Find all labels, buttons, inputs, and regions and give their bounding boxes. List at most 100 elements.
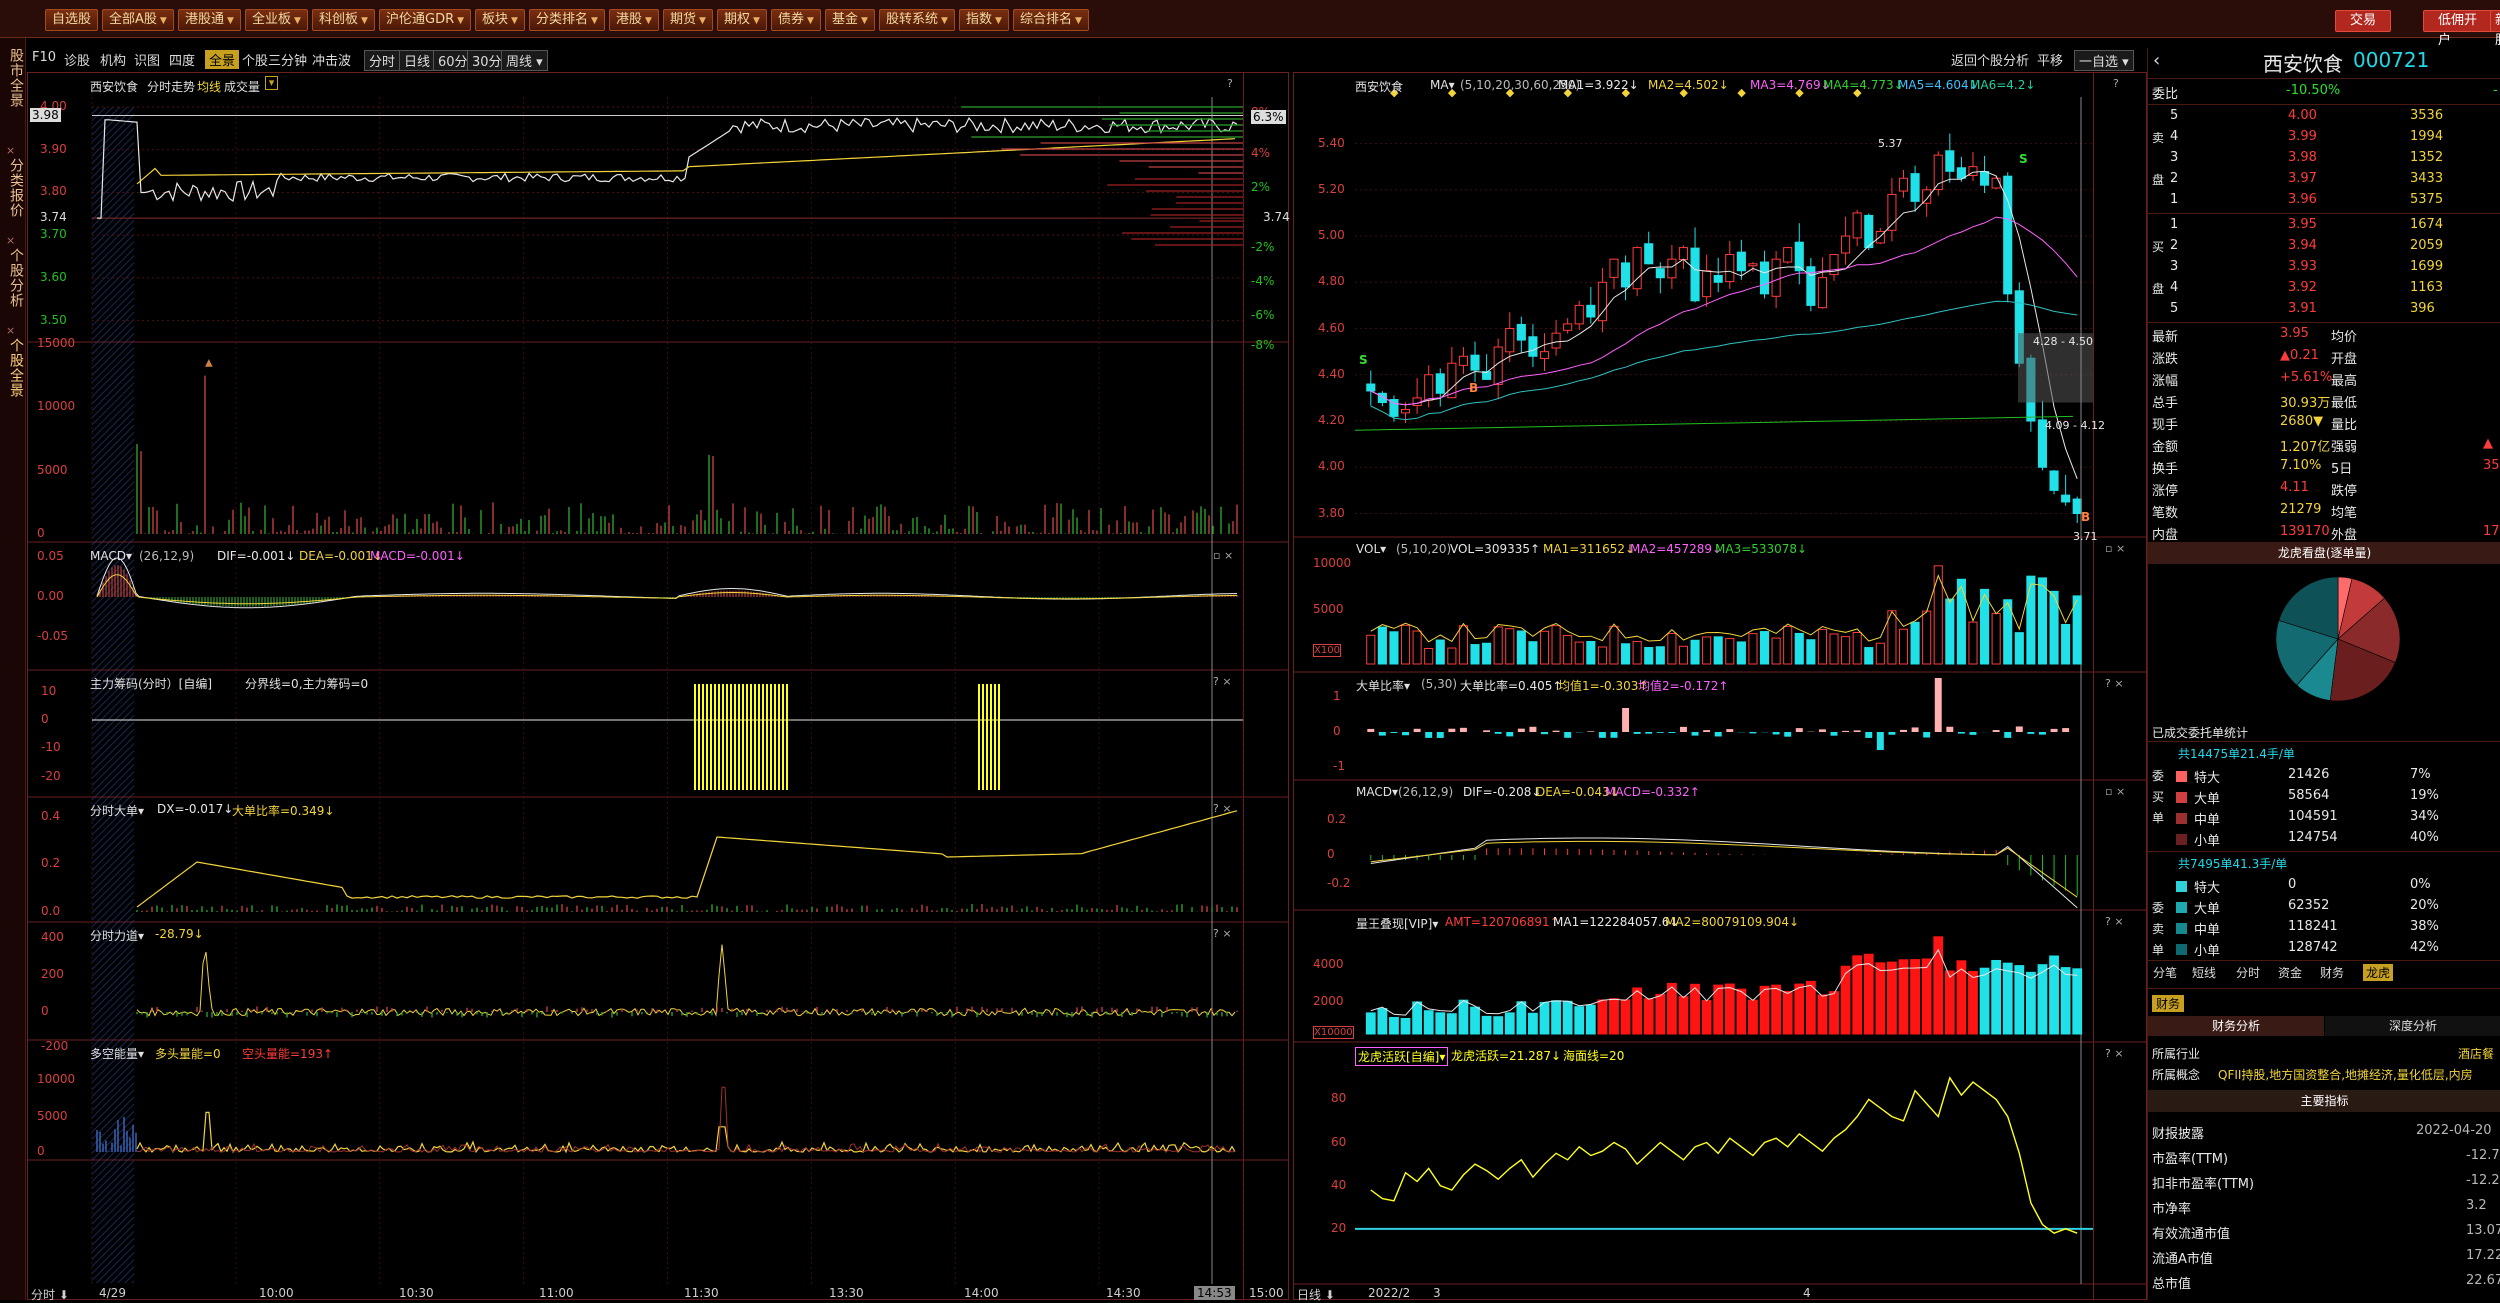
top-button-13[interactable]: 股转系统▼ (879, 9, 955, 31)
daily-price-tick: 4.20 (1318, 413, 1345, 427)
lh-label[interactable]: 龙虎活跃[自编]▾ (1355, 1047, 1448, 1066)
subbar-right-0[interactable]: 返回个股分析 (1951, 50, 2029, 69)
subbar-item-6[interactable]: 个股三分钟 (242, 50, 307, 69)
vol-tick: 5000 (1313, 602, 1344, 616)
sell-total: 共7495单41.3手/单 (2178, 855, 2287, 872)
caret-down-icon: ▼ (160, 16, 167, 26)
window-icon[interactable]: ▫ × (2105, 785, 2125, 798)
top-button-8[interactable]: 港股▼ (609, 9, 659, 31)
top-right-button-1[interactable]: 低佣开户 (2423, 10, 2500, 32)
daily-price-tick: 5.20 (1318, 182, 1345, 196)
ld-tick: 400 (41, 930, 64, 944)
rp-tab-3[interactable]: 资金 (2278, 964, 2302, 981)
subbar-item-1[interactable]: 诊股 (64, 50, 90, 69)
side-label: 卖 (2152, 129, 2164, 146)
stat-row: 换手7.10%5日35. (2148, 456, 2500, 477)
window-icon[interactable]: ? × (1213, 675, 1232, 688)
window-icon[interactable]: ? × (2105, 1047, 2124, 1060)
subbar-item-2[interactable]: 机构 (100, 50, 126, 69)
subbar-right-2[interactable]: 一自选 ▾ (2074, 50, 2134, 71)
subbar-item-7[interactable]: 冲击波 (312, 50, 351, 69)
lw-ma2: MA2=80079109.904↓ (1665, 915, 1799, 929)
rp-tab-4[interactable]: 财务 (2320, 964, 2344, 981)
ddb-v: 大单比率=0.405↑ (1460, 677, 1562, 694)
buy-level[interactable]: 13.951674 (2148, 215, 2500, 236)
macd-tick: -0.05 (37, 629, 68, 643)
subbar-item-4[interactable]: 四度 (169, 50, 195, 69)
subbar-item-8[interactable]: 分时 (364, 50, 400, 71)
rp-tab-2[interactable]: 分时 (2236, 964, 2260, 981)
buy-level[interactable]: 43.921163 (2148, 278, 2500, 299)
top-button-11[interactable]: 债券▼ (771, 9, 821, 31)
top-button-2[interactable]: 港股通▼ (178, 9, 241, 31)
left-tab-0[interactable]: 股市全景 (1, 48, 24, 108)
vol-tick: X100 (1313, 644, 1341, 657)
top-button-14[interactable]: 指数▼ (959, 9, 1009, 31)
top-button-12[interactable]: 基金▼ (825, 9, 875, 31)
rp-tab-1[interactable]: 短线 (2192, 964, 2216, 981)
left-tab-1[interactable]: 分类报价 (1, 158, 24, 218)
caret-down-icon: ▼ (227, 16, 234, 26)
window-icon[interactable]: ? × (2105, 677, 2124, 690)
window-icon[interactable]: ▫ × (2105, 542, 2125, 555)
subbar-right-1[interactable]: 平移 (2037, 50, 2063, 69)
top-button-10[interactable]: 期权▼ (717, 9, 767, 31)
top-button-5[interactable]: 沪伦通GDR▼ (379, 9, 471, 31)
macd-tick: 0.2 (1327, 812, 1346, 826)
pct-tick: -8% (1251, 338, 1274, 352)
top-right-button-0[interactable]: 交易 (2335, 10, 2391, 32)
ld-tick: 200 (41, 967, 64, 981)
top-button-7[interactable]: 分类排名▼ (529, 9, 605, 31)
close-icon[interactable]: × (6, 234, 15, 247)
sell-level[interactable]: 43.991994 (2148, 127, 2500, 148)
sell-level[interactable]: 13.965375 (2148, 190, 2500, 211)
subbar-item-0[interactable]: F10 (32, 50, 56, 65)
daily-price-tick: 4.80 (1318, 274, 1345, 288)
subbar-item-3[interactable]: 识图 (134, 50, 160, 69)
sell-signal: S (2019, 152, 2028, 166)
buy-level[interactable]: 23.942059 (2148, 236, 2500, 257)
subbar-item-12[interactable]: 周线 ▾ (501, 50, 548, 71)
dk-val2: 空头量能=193↑ (242, 1045, 333, 1062)
ddb-label: 大单比率▾ (1356, 677, 1410, 694)
window-icon[interactable]: ? × (1213, 927, 1232, 940)
buy-order-row: 中单10459134% (2148, 807, 2500, 828)
fin-sub-2[interactable]: 深度分析 (2325, 1016, 2500, 1036)
window-icon[interactable]: ? × (2105, 915, 2124, 928)
close-icon[interactable]: × (6, 144, 15, 157)
fin-tab[interactable]: 财务 (2152, 995, 2184, 1012)
buy-level[interactable]: 53.91396 (2148, 299, 2500, 320)
top-button-3[interactable]: 全业板▼ (245, 9, 308, 31)
left-tab-2[interactable]: 个股分析 (1, 248, 24, 308)
help-icon[interactable]: ? (2113, 77, 2119, 90)
subbar-item-9[interactable]: 日线 (399, 50, 435, 71)
top-button-0[interactable]: 自选股 (45, 9, 98, 31)
top-button-9[interactable]: 期货▼ (663, 9, 713, 31)
window-icon[interactable]: ▫ × (1213, 549, 1233, 562)
rp-tab-5[interactable]: 龙虎 (2363, 964, 2393, 981)
sell-level[interactable]: 23.973433 (2148, 169, 2500, 190)
idx-row: 市净率3.2 (2148, 1196, 2500, 1217)
back-icon[interactable]: ‹ (2153, 50, 2160, 71)
rp-tab-0[interactable]: 分笔 (2153, 964, 2177, 981)
top-button-15[interactable]: 综合排名▼ (1013, 9, 1089, 31)
top-button-6[interactable]: 板块▼ (475, 9, 525, 31)
buy-total: 共14475单21.4手/单 (2178, 745, 2295, 762)
buy-level[interactable]: 33.931699 (2148, 257, 2500, 278)
time-tick: 14:30 (1106, 1286, 1141, 1300)
buy-order-row: 特大214267% (2148, 765, 2500, 786)
caret-down-icon: ▼ (591, 16, 598, 26)
top-button-1[interactable]: 全部A股▼ (102, 9, 174, 31)
side-label: 单 (2152, 941, 2164, 958)
fin-sub-1[interactable]: 财务分析 (2148, 1016, 2324, 1036)
close-icon[interactable]: × (6, 324, 15, 337)
top-button-4[interactable]: 科创板▼ (312, 9, 375, 31)
caret-down-icon: ▼ (511, 16, 518, 26)
left-tab-3[interactable]: 个股全景 (1, 338, 24, 398)
top-right-button-2[interactable]: 新股 (2490, 10, 2500, 32)
sell-level[interactable]: 54.003536 (2148, 106, 2500, 127)
subbar-item-5[interactable]: 全景 (205, 50, 239, 69)
window-icon[interactable]: ? × (1213, 802, 1232, 815)
sell-level[interactable]: 33.981352 (2148, 148, 2500, 169)
stat-row: 最新3.95均价 (2148, 324, 2500, 345)
